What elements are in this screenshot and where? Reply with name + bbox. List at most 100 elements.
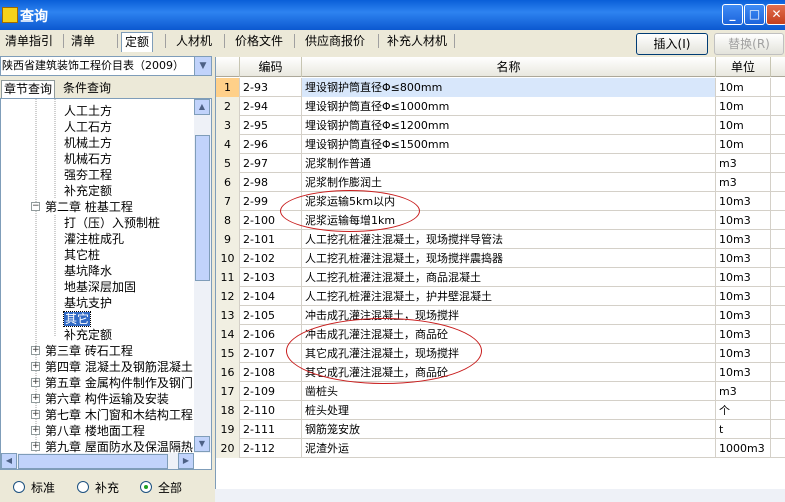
tree-horizontal-scrollbar[interactable]: ◀ ▶ [1,453,194,469]
cell-name: 钢筋笼安放 [302,420,716,439]
tree-item[interactable]: 机械土方 [64,135,112,151]
tree-item[interactable]: 灌注桩成孔 [64,231,124,247]
tree-item[interactable]: 其它桩 [64,247,100,263]
scroll-right-icon[interactable]: ▶ [178,453,194,469]
tab-bill[interactable]: 清单 [68,32,98,52]
scroll-down-icon[interactable]: ▼ [194,436,210,452]
tree-item[interactable]: 打（压）入预制桩 [64,215,160,231]
cell-code: 2-112 [240,439,302,458]
table-row[interactable]: 6 2-98 泥浆制作膨润土 m3 [216,173,785,192]
tree-item[interactable]: 第二章 桩基工程 [45,199,133,215]
tree-item[interactable]: 其它 [62,311,92,327]
table-row[interactable]: 4 2-96 埋设钢护筒直径Φ≤1500mm 10m [216,135,785,154]
expand-icon[interactable]: + [31,346,40,355]
grid-horizontal-scrollbar[interactable] [215,489,785,502]
table-row[interactable]: 8 2-100 泥浆运输每增1km 10m3 [216,211,785,230]
tree-item[interactable]: 地基深层加固 [64,279,136,295]
collapse-icon[interactable]: − [31,202,40,211]
table-row[interactable]: 18 2-110 桩头处理个 [216,401,785,420]
expand-icon[interactable]: + [31,378,40,387]
row-number: 8 [216,211,240,230]
tree-item[interactable]: 机械石方 [64,151,112,167]
minimize-button[interactable]: _ [722,4,743,25]
expand-icon[interactable]: + [31,442,40,451]
table-row[interactable]: 12 2-104 人工挖孔桩灌注混凝土，护井壁混凝土 10m3 [216,287,785,306]
tree-vertical-scrollbar[interactable]: ▲ ▼ [194,99,211,453]
tree-item-label: 人工石方 [64,120,113,134]
insert-button[interactable]: 插入(I) [636,33,708,55]
table-row[interactable]: 14 2-106 冲击成孔灌注混凝土，商品砼 10m3 [216,325,785,344]
table-row[interactable]: 3 2-95 埋设钢护筒直径Φ≤1200mm 10m [216,116,785,135]
tree-item[interactable]: 第四章 混凝土及钢筋混凝土 [45,359,193,375]
tab-quota[interactable]: 定额 [121,32,154,52]
tree-item[interactable]: 第五章 金属构件制作及钢门 [45,375,193,391]
header-code[interactable]: 编码 [240,57,302,77]
row-number: 9 [216,230,240,249]
table-row[interactable]: 11 2-103 人工挖孔桩灌注混凝土，商品混凝土 10m3 [216,268,785,287]
tree-item[interactable]: 强夯工程 [64,167,112,183]
tab-supplement-lmm[interactable]: 补充人材机 [384,32,450,52]
table-row[interactable]: 13 2-105 冲击成孔灌注混凝土，现场搅拌 10m3 [216,306,785,325]
tree-hscroll-thumb[interactable] [18,454,168,469]
filter-all-radio[interactable] [140,481,152,493]
row-number: 12 [216,287,240,306]
filter-standard-radio[interactable] [13,481,25,493]
table-row[interactable]: 17 2-109 凿桩头 m3 [216,382,785,401]
cell-code: 2-108 [240,363,302,382]
tree-item[interactable]: 第八章 楼地面工程 [45,423,145,439]
table-row[interactable]: 7 2-99 泥浆运输5km以内 10m3 [216,192,785,211]
cell-unit: 10m3 [716,230,771,249]
cell-code: 2-95 [240,116,302,135]
tab-supplier-quote[interactable]: 供应商报价 [302,32,368,52]
table-row[interactable]: 10 2-102 人工挖孔桩灌注混凝土，现场搅拌震捣器 10m3 [216,249,785,268]
scroll-up-icon[interactable]: ▲ [194,99,210,115]
header-unit[interactable]: 单位 [716,57,771,77]
table-row[interactable]: 2 2-94 埋设钢护筒直径Φ≤1000mm 10m [216,97,785,116]
tree-item[interactable]: 基坑支护 [64,295,112,311]
tree-item[interactable]: 补充定额 [64,183,112,199]
tab-chapter-query[interactable]: 章节查询 [1,80,56,98]
table-row[interactable]: 1 2-93 埋设钢护筒直径Φ≤800mm 10m [216,78,785,97]
tree-item[interactable]: 基坑降水 [64,263,112,279]
table-row[interactable]: 5 2-97 泥浆制作普通 m3 [216,154,785,173]
table-row[interactable]: 15 2-107 其它成孔灌注混凝土，现场搅拌 10m3 [216,344,785,363]
scroll-left-icon[interactable]: ◀ [1,453,17,469]
expand-icon[interactable]: + [31,362,40,371]
row-number: 6 [216,173,240,192]
filter-supplement-radio[interactable] [77,481,89,493]
tree-item-label: 第九章 屋面防水及保温隔热 [45,440,193,454]
radio-selected-dot [144,485,148,489]
tree-item[interactable]: 补充定额 [64,327,112,343]
tree-scroll-thumb[interactable] [195,135,210,281]
maximize-button[interactable]: □ [744,4,765,25]
tree-item-label: 灌注桩成孔 [64,232,125,246]
expand-icon[interactable]: + [31,426,40,435]
table-row[interactable]: 9 2-101 人工挖孔桩灌注混凝土，现场搅拌导管法 10m3 [216,230,785,249]
cell-code: 2-104 [240,287,302,306]
cell-name: 凿桩头 [302,382,716,401]
row-number: 11 [216,268,240,287]
tab-labor-material-machine[interactable]: 人材机 [173,32,215,52]
cell-unit: 10m3 [716,287,771,306]
replace-button[interactable]: 替换(R) [714,33,784,55]
expand-icon[interactable]: + [31,410,40,419]
chevron-down-icon[interactable]: ▼ [194,57,211,75]
table-row[interactable]: 19 2-111 钢筋笼安放 t [216,420,785,439]
tab-condition-query[interactable]: 条件查询 [61,80,113,98]
table-row[interactable]: 16 2-108 其它成孔灌注混凝土，商品砼 10m3 [216,363,785,382]
header-name[interactable]: 名称 [302,57,716,77]
library-select[interactable]: 陕西省建筑装饰工程价目表（2009） ▼ [0,56,212,76]
table-row[interactable]: 20 2-112 泥渣外运 1000m3 [216,439,785,458]
expand-icon[interactable]: + [31,394,40,403]
close-button[interactable]: ✕ [766,4,785,25]
tab-separator [378,34,379,48]
tree-item[interactable]: 人工土方 [64,103,112,119]
cell-unit: m3 [716,154,771,173]
tree-item-label: 强夯工程 [64,168,113,182]
tree-item[interactable]: 第七章 木门窗和木结构工程 [45,407,193,423]
tab-price-file[interactable]: 价格文件 [232,32,286,52]
tree-item[interactable]: 第三章 砖石工程 [45,343,133,359]
tab-bill-guide[interactable]: 清单指引 [2,32,56,52]
tree-item[interactable]: 人工石方 [64,119,112,135]
tree-item[interactable]: 第六章 构件运输及安装 [45,391,169,407]
